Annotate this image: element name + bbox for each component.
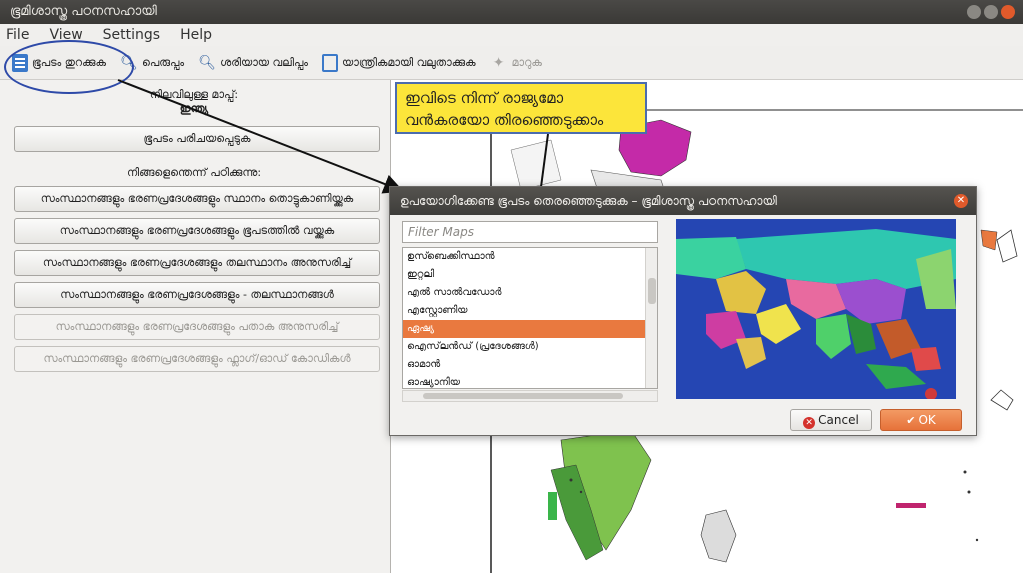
choose-map-dialog: ഉപയോഗിക്കേണ്ട ഭൂപടം തെരഞ്ഞെടുക്കുക – ഭൂമ… bbox=[389, 186, 977, 436]
list-item[interactable]: ഓഷ്യാനിയ bbox=[403, 374, 657, 388]
list-item[interactable]: ഐസ്‌ലൻഡ് (പ്രദേശങ്ങൾ) bbox=[403, 338, 657, 356]
dialog-close-icon[interactable]: ✕ bbox=[954, 194, 968, 208]
asia-preview-map bbox=[676, 219, 956, 399]
best-fit-button[interactable]: 🔍︎ ശരിയായ വലിപ്പം bbox=[198, 54, 308, 72]
app-window: ഭൂമിശാസ്ത്ര പഠനസഹായി File View Settings … bbox=[0, 0, 1023, 573]
cancel-button[interactable]: ✕ Cancel bbox=[790, 409, 872, 431]
list-item[interactable]: ഇറ്റലി bbox=[403, 266, 657, 284]
learn-button-6[interactable]: സംസ്ഥാനങ്ങളും ഭരണപ്രദേശങ്ങളും ഫ്ലാഗ്/ഓഡ്… bbox=[14, 346, 380, 372]
map-list[interactable]: ഉസ്ബെക്കിസ്ഥാൻ ഇറ്റലി എൽ സാൽവഡോർ എസ്റ്റോ… bbox=[402, 247, 658, 389]
toolbar: ഭൂപടം തുറക്കുക 🔍︎ പെരുപ്പം 🔍︎ ശരിയായ വലി… bbox=[0, 46, 1023, 80]
left-panel: നിലവിലുള്ള മാപ്പ്: ഇന്ത്യ ഭൂപടം പരിചയപ്പ… bbox=[0, 80, 388, 573]
list-item-selected[interactable]: ഏഷ്യ bbox=[403, 320, 657, 338]
check-icon: ✔ bbox=[906, 414, 916, 427]
current-map-value: ഇന്ത്യ bbox=[179, 102, 209, 115]
ok-button[interactable]: ✔ OK bbox=[880, 409, 962, 431]
window-title: ഭൂമിശാസ്ത്ര പഠനസഹായി bbox=[10, 4, 157, 19]
list-item[interactable]: എസ്റ്റോണിയ bbox=[403, 302, 657, 320]
dialog-title-bar: ഉപയോഗിക്കേണ്ട ഭൂപടം തെരഞ്ഞെടുക്കുക – ഭൂമ… bbox=[390, 187, 976, 215]
dialog-title: ഉപയോഗിക്കേണ്ട ഭൂപടം തെരഞ്ഞെടുക്കുക – ഭൂമ… bbox=[400, 194, 777, 208]
move-icon: ✦ bbox=[492, 54, 505, 71]
auto-resize-label: യാന്ത്രികമായി വലുതാക്കുക bbox=[342, 55, 476, 69]
zoom-in-label: പെരുപ്പം bbox=[141, 55, 185, 69]
maximize-icon[interactable] bbox=[984, 5, 998, 19]
scroll-thumb[interactable] bbox=[648, 278, 656, 304]
annotation-callout: ഇവിടെ നിന്ന് രാജ്യമോ വൻകരയോ തിരഞ്ഞെടുക്ക… bbox=[395, 82, 647, 134]
minimize-icon[interactable] bbox=[967, 5, 981, 19]
highlight-circle bbox=[4, 40, 134, 94]
scroll-thumb[interactable] bbox=[423, 393, 623, 399]
list-item[interactable]: ഓമാൻ bbox=[403, 356, 657, 374]
menu-bar: File View Settings Help bbox=[0, 24, 1023, 46]
learn-button-4[interactable]: സംസ്ഥാനങ്ങളും ഭരണപ്രദേശങ്ങളും - തലസ്ഥാനങ… bbox=[14, 282, 380, 308]
choose-map-button[interactable]: ഭൂപടം പരിചയപ്പെടുക bbox=[14, 126, 380, 152]
list-item[interactable]: എൽ സാൽവഡോർ bbox=[403, 284, 657, 302]
menu-help[interactable]: Help bbox=[180, 24, 212, 46]
title-bar: ഭൂമിശാസ്ത്ര പഠനസഹായി bbox=[0, 0, 1023, 24]
callout-line-2: വൻകരയോ തിരഞ്ഞെടുക്കാം bbox=[405, 111, 604, 129]
window-controls bbox=[967, 5, 1015, 19]
go-to-label: മാറുക bbox=[511, 55, 542, 69]
list-item[interactable]: ഉസ്ബെക്കിസ്ഥാൻ bbox=[403, 248, 657, 266]
cancel-icon: ✕ bbox=[803, 417, 816, 429]
list-vertical-scrollbar[interactable] bbox=[645, 248, 657, 388]
close-icon[interactable] bbox=[1001, 5, 1015, 19]
zoom-fit-icon: 🔍︎ bbox=[198, 54, 216, 71]
list-horizontal-scrollbar[interactable] bbox=[402, 390, 658, 402]
learn-button-1[interactable]: സംസ്ഥാനങ്ങളും ഭരണപ്രദേശങ്ങളും സ്ഥാനം തൊട… bbox=[14, 186, 380, 212]
best-fit-label: ശരിയായ വലിപ്പം bbox=[220, 55, 309, 69]
auto-resize-button[interactable]: യാന്ത്രികമായി വലുതാക്കുക bbox=[322, 53, 476, 72]
learn-button-3[interactable]: സംസ്ഥാനങ്ങളും ഭരണപ്രദേശങ്ങളും തലസ്ഥാനം അ… bbox=[14, 250, 380, 276]
learn-button-2[interactable]: സംസ്ഥാനങ്ങളും ഭരണപ്രദേശങ്ങളും ഭൂപടത്തിൽ … bbox=[14, 218, 380, 244]
cancel-label: Cancel bbox=[818, 413, 859, 427]
go-to-button[interactable]: ✦ മാറുക bbox=[490, 54, 542, 72]
ok-label: OK bbox=[918, 413, 936, 427]
menu-file[interactable]: File bbox=[6, 24, 29, 46]
auto-resize-icon bbox=[322, 53, 339, 72]
learn-label: നിങ്ങളെന്തെന്ന് പഠിക്കുന്നു: bbox=[126, 166, 262, 179]
callout-line-1: ഇവിടെ നിന്ന് രാജ്യമോ bbox=[405, 89, 564, 107]
map-preview bbox=[676, 219, 956, 399]
filter-maps-input[interactable]: Filter Maps bbox=[402, 221, 658, 243]
learn-button-5[interactable]: സംസ്ഥാനങ്ങളും ഭരണപ്രദേശങ്ങളും പതാക അനുസര… bbox=[14, 314, 380, 340]
menu-settings[interactable]: Settings bbox=[103, 24, 160, 46]
